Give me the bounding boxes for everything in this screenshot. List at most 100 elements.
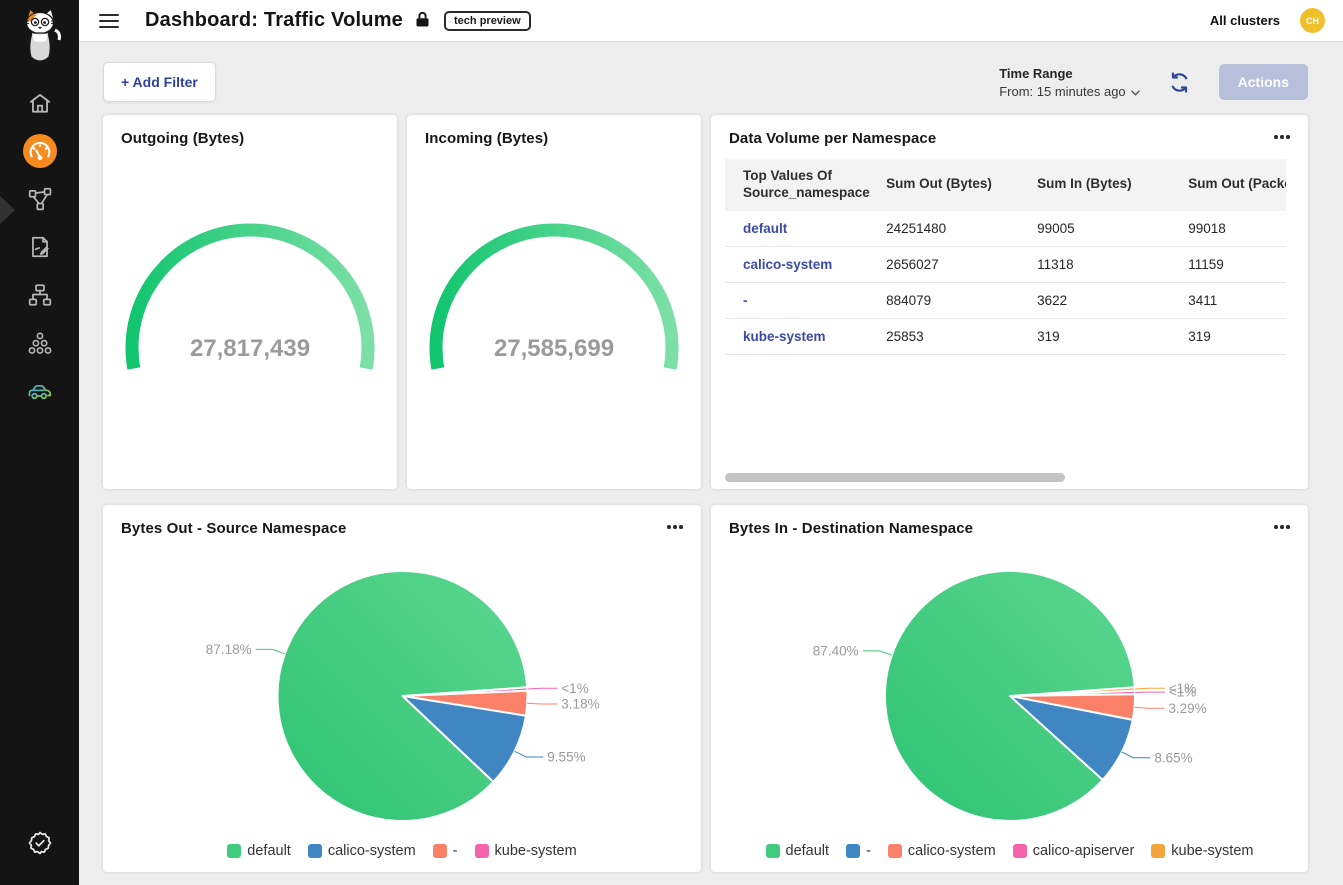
pie-label: <1% (1169, 681, 1196, 696)
legend-item-kube-system[interactable]: kube-system (1151, 843, 1253, 859)
legend-swatch (308, 844, 322, 858)
legend-item-kube-system[interactable]: kube-system (475, 843, 577, 859)
service-graph-icon (27, 186, 53, 217)
sidebar-item-turbo[interactable] (0, 369, 79, 417)
legend-label: - (453, 843, 458, 859)
card-data-volume-table: Data Volume per Namespace Top Values Of … (711, 115, 1308, 489)
namespace-cell: kube-system (725, 318, 878, 354)
legend-item-default[interactable]: default (227, 843, 291, 859)
user-avatar[interactable]: CH (1300, 8, 1325, 33)
pie-label-line (527, 688, 557, 689)
column-header[interactable]: Top Values Of Source_namespace (725, 159, 878, 211)
column-header[interactable]: Sum Out (Bytes) (878, 159, 1029, 211)
lock-icon (415, 11, 430, 33)
legend-label: calico-system (328, 843, 416, 859)
card-bytes-in-pie: Bytes In - Destination Namespace 87.40%8… (711, 505, 1308, 872)
main-area: Dashboard: Traffic Volume tech preview A… (79, 0, 1343, 885)
sidebar-notch (0, 196, 15, 224)
namespace-link[interactable]: default (743, 221, 787, 236)
legend-swatch (846, 844, 860, 858)
legend-item-calico-apiserver[interactable]: calico-apiserver (1013, 843, 1135, 859)
more-options-icon[interactable] (1272, 521, 1292, 533)
sidebar (0, 0, 79, 885)
legend-label: default (786, 843, 830, 859)
legend-swatch (433, 844, 447, 858)
tech-preview-badge: tech preview (444, 11, 531, 31)
gauge-value: 27,817,439 (190, 335, 310, 362)
dashboard-content: + Add Filter Time Range From: 15 minutes… (79, 42, 1343, 885)
cards-row-1: Outgoing (Bytes) 27,817,439 Incoming (By… (103, 115, 1308, 489)
legend-label: kube-system (495, 843, 577, 859)
sidebar-item-dashboards-active[interactable] (0, 129, 79, 177)
namespace-cell: - (725, 282, 878, 318)
legend-swatch (766, 844, 780, 858)
pie-label-line (863, 651, 892, 655)
card-title: Incoming (Bytes) (407, 115, 701, 147)
value-cell: 3411 (1180, 282, 1286, 318)
namespace-link[interactable]: - (743, 293, 748, 308)
value-cell: 319 (1180, 318, 1286, 354)
time-range-selector[interactable]: Time Range From: 15 minutes ago (999, 66, 1139, 99)
sidebar-item-workloads[interactable] (0, 321, 79, 369)
legend-item-calico-system[interactable]: calico-system (308, 843, 416, 859)
value-cell: 11159 (1180, 246, 1286, 282)
refresh-icon[interactable] (1166, 69, 1193, 96)
calico-cat-logo[interactable] (15, 6, 65, 71)
gauge-value: 27,585,699 (494, 335, 614, 362)
horizontal-scrollbar[interactable] (725, 473, 1292, 482)
home-icon (27, 90, 53, 121)
legend-swatch (475, 844, 489, 858)
table-row: - 88407936223411 (725, 282, 1286, 318)
card-title: Outgoing (Bytes) (103, 115, 397, 147)
legend-item--[interactable]: - (433, 843, 458, 859)
table-row: calico-system 26560271131811159 (725, 246, 1286, 282)
network-tree-icon (27, 282, 53, 313)
card-bytes-out-pie: Bytes Out - Source Namespace 87.18% 9.55%… (103, 505, 701, 872)
outgoing-gauge-chart: 27,817,439 (103, 186, 397, 409)
legend-swatch (1151, 844, 1165, 858)
sidebar-item-verified[interactable] (0, 821, 79, 869)
bytes-in-pie-chart: 87.40%8.65%3.29%<1%<1% (711, 543, 1308, 850)
legend-item--[interactable]: - (846, 843, 871, 859)
value-cell: 2656027 (878, 246, 1029, 282)
value-cell: 25853 (878, 318, 1029, 354)
namespace-link[interactable]: calico-system (743, 257, 832, 272)
column-header[interactable]: Sum Out (Packet (1180, 159, 1286, 211)
more-options-icon[interactable] (1272, 131, 1292, 143)
legend-swatch (888, 844, 902, 858)
car-icon (25, 378, 55, 409)
legend-label: default (247, 843, 291, 859)
pie-label-line (515, 751, 544, 757)
horizontal-scrollbar-thumb[interactable] (725, 473, 1065, 482)
value-cell: 99018 (1180, 211, 1286, 247)
menu-hamburger-icon[interactable] (95, 9, 123, 33)
namespace-table: Top Values Of Source_namespaceSum Out (B… (725, 159, 1286, 355)
pie-label: 87.18% (206, 642, 252, 657)
namespace-link[interactable]: kube-system (743, 329, 826, 344)
add-filter-button[interactable]: + Add Filter (103, 62, 216, 102)
pie-label-line (1122, 752, 1151, 758)
sidebar-item-network[interactable] (0, 273, 79, 321)
legend-label: calico-system (908, 843, 996, 859)
filter-toolbar: + Add Filter Time Range From: 15 minutes… (103, 62, 1308, 102)
legend-label: - (866, 843, 871, 859)
actions-button[interactable]: Actions (1219, 64, 1308, 100)
page-title: Dashboard: Traffic Volume (145, 9, 403, 32)
value-cell: 3622 (1029, 282, 1180, 318)
legend-item-default[interactable]: default (766, 843, 830, 859)
value-cell: 11318 (1029, 246, 1180, 282)
pie-label-line (256, 649, 285, 653)
app-root: Dashboard: Traffic Volume tech preview A… (0, 0, 1343, 885)
verified-check-icon (26, 829, 54, 862)
card-title: Bytes Out - Source Namespace (103, 505, 701, 537)
policy-report-icon (27, 234, 53, 265)
legend-item-calico-system[interactable]: calico-system (888, 843, 996, 859)
cluster-scope-selector[interactable]: All clusters (1210, 13, 1280, 28)
pie-label: 9.55% (547, 750, 585, 765)
card-incoming-bytes: Incoming (Bytes) 27,585,699 (407, 115, 701, 489)
column-header[interactable]: Sum In (Bytes) (1029, 159, 1180, 211)
more-options-icon[interactable] (665, 521, 685, 533)
sidebar-item-home[interactable] (0, 81, 79, 129)
sidebar-item-policies[interactable] (0, 225, 79, 273)
value-cell: 884079 (878, 282, 1029, 318)
